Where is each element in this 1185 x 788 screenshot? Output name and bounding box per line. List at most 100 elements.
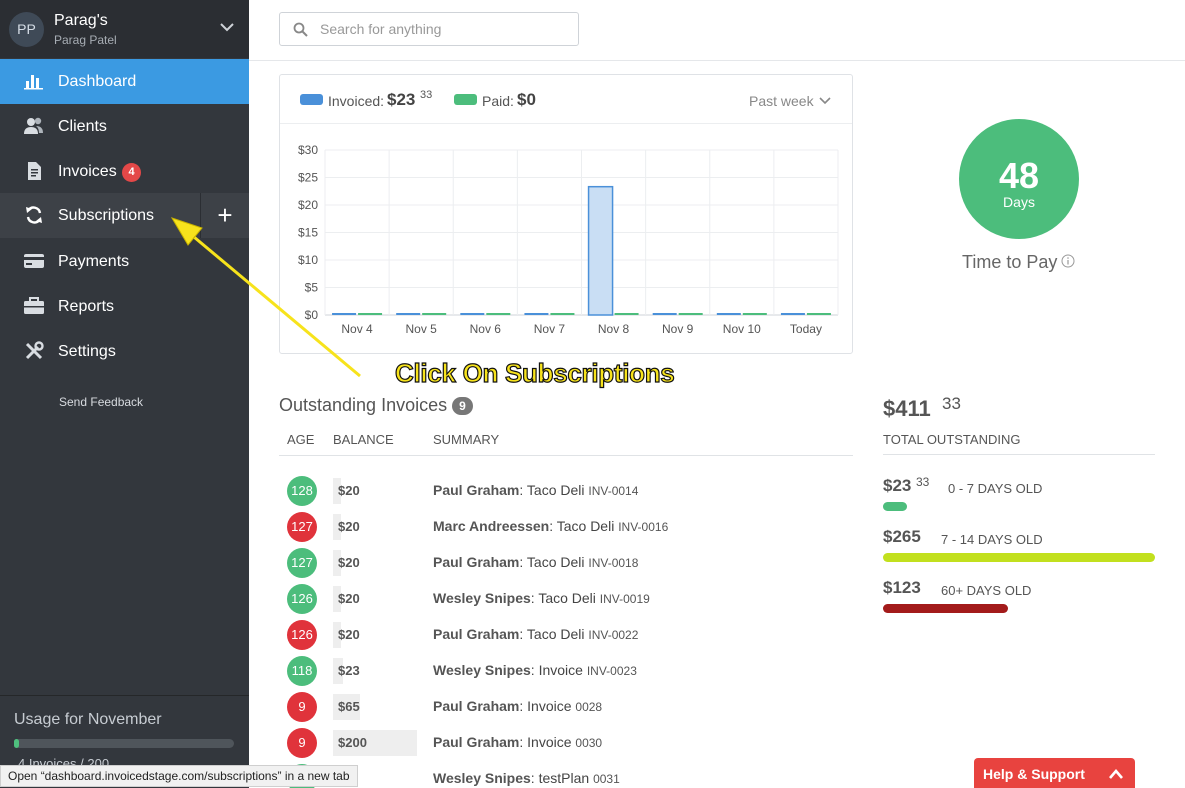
aging-bar [883,604,1008,613]
table-row[interactable]: Wesley Snipes: testPlan 0031 [279,761,853,788]
search-box[interactable] [279,12,579,46]
chevron-down-icon [819,97,831,105]
balance-value: $23 [338,663,360,678]
invoice-number: INV-0019 [599,592,650,606]
invoiced-bar [460,313,485,315]
outstanding-invoices-title: Outstanding Invoices [279,395,448,415]
table-row[interactable]: 9 $65 Paul Graham: Invoice 0028 [279,689,853,725]
client-name: Paul Graham [433,698,520,714]
invoice-summary[interactable]: Wesley Snipes: Taco Deli INV-0019 [433,590,650,606]
invoice-description: : Taco Deli [530,590,600,606]
age-badge: 126 [287,584,317,614]
sidebar-item-reports[interactable]: Reports [0,284,249,329]
table-row[interactable]: 9 $200 Paul Graham: Invoice 0030 [279,725,853,761]
invoice-description: : testPlan [530,770,594,786]
info-icon[interactable] [1061,254,1075,268]
invoice-summary[interactable]: Paul Graham: Taco Deli INV-0022 [433,626,638,642]
sidebar-item-label: Invoices [58,163,117,180]
help-support-button[interactable]: Help & Support [974,758,1135,788]
invoice-summary[interactable]: Paul Graham: Taco Deli INV-0018 [433,554,638,570]
time-to-pay-value: 48 [998,155,1040,196]
table-row[interactable]: 126 $20 Wesley Snipes: Taco Deli INV-0019 [279,581,853,617]
usage-title: Usage for November [14,711,162,728]
column-header-summary: SUMMARY [433,432,500,447]
invoice-number: INV-0016 [618,520,669,534]
sidebar-item-clients[interactable]: Clients [0,104,249,149]
sidebar-item-dashboard[interactable]: Dashboard [0,59,249,104]
account-switcher[interactable]: PP Parag's Parag Patel [0,0,249,58]
bar-chart: $30 $25 $20 $15 $10 $5 $0 Nov 4 Nov 5 Nov 6 Nov 7 N… [298,143,839,336]
aging-label: 60+ DAYS OLD [941,583,1032,598]
client-name: Wesley Snipes [433,770,531,786]
invoice-description: : Invoice [530,662,587,678]
invoice-summary[interactable]: Wesley Snipes: testPlan 0031 [433,770,620,786]
invoice-summary[interactable]: Paul Graham: Invoice 0028 [433,698,602,714]
invoice-number: INV-0018 [588,556,639,570]
sidebar-item-label: Clients [58,118,107,135]
invoiced-total-cents: 33 [420,89,433,101]
add-subscription-button[interactable]: + [200,193,249,238]
briefcase-icon [24,297,44,314]
balance-value: $65 [338,699,360,714]
invoiced-bar [780,313,805,315]
client-name: Paul Graham [433,626,520,642]
paid-bar [486,313,511,315]
age-badge: 126 [287,620,317,650]
usage-progress-fill [14,739,19,748]
y-tick-label: $0 [305,308,319,322]
date-range-select[interactable]: Past week [749,93,814,109]
total-outstanding-label: TOTAL OUTSTANDING [883,432,1021,447]
total-outstanding-cents: 33 [942,394,961,413]
table-row[interactable]: 127 $20 Marc Andreessen: Taco Deli INV-001… [279,509,853,545]
invoice-summary[interactable]: Wesley Snipes: Invoice INV-0023 [433,662,637,678]
paid-bar [806,313,831,315]
account-name: Parag's [54,12,108,29]
balance-value: $20 [338,519,360,534]
y-tick-label: $10 [298,253,318,267]
invoice-description: : Taco Deli [549,518,619,534]
client-name: Wesley Snipes [433,590,531,606]
paid-bar [678,313,703,315]
sidebar-item-subscriptions[interactable]: Subscriptions [0,193,200,238]
chart-header-divider [280,123,852,124]
credit-card-icon [24,254,44,268]
table-row[interactable]: 127 $20 Paul Graham: Taco Deli INV-0018 [279,545,853,581]
balance-value: $20 [338,627,360,642]
help-support-label: Help & Support [983,766,1085,782]
time-to-pay-unit: Days [1003,194,1035,210]
age-badge: 127 [287,512,317,542]
y-tick-label: $5 [305,281,319,295]
column-header-age: AGE [287,432,315,447]
invoice-number: INV-0014 [588,484,639,498]
balance-value: $20 [338,555,360,570]
y-tick-label: $30 [298,143,318,157]
header-divider [249,60,1185,61]
bar-chart-icon [24,75,43,90]
sidebar-item-invoices[interactable]: Invoices 4 [0,149,249,194]
x-tick-label: Today [790,322,822,336]
table-row[interactable]: 118 $23 Wesley Snipes: Invoice INV-0023 [279,653,853,689]
invoice-summary[interactable]: Paul Graham: Taco Deli INV-0014 [433,482,638,498]
sidebar-item-payments[interactable]: Payments [0,239,249,284]
invoiced-chart-card: Invoiced: $23 33 Paid: $0 Past week $30 $… [279,74,853,354]
search-input[interactable] [320,19,570,39]
aging-bar [883,502,907,511]
invoice-description: : Invoice [519,698,576,714]
client-name: Paul Graham [433,482,520,498]
time-to-pay-label: Time to Pay [962,252,1058,272]
time-to-pay-circle: 48 Days [959,119,1079,239]
invoice-description: : Taco Deli [519,482,589,498]
balance-value: $200 [338,735,367,750]
paid-bar [422,313,447,315]
send-feedback-link[interactable]: Send Feedback [59,395,143,409]
sidebar-item-settings[interactable]: Settings [0,329,249,374]
table-row[interactable]: 126 $20 Paul Graham: Taco Deli INV-0022 [279,617,853,653]
invoice-summary[interactable]: Marc Andreessen: Taco Deli INV-0016 [433,518,668,534]
paid-bar [742,313,767,315]
aging-label: 0 - 7 DAYS OLD [948,481,1043,496]
table-row[interactable]: 128 $20 Paul Graham: Taco Deli INV-0014 [279,473,853,509]
invoice-number: 0028 [575,700,603,714]
aging-amount: $23 [883,476,912,495]
balance-value: $20 [338,591,360,606]
invoice-summary[interactable]: Paul Graham: Invoice 0030 [433,734,602,750]
